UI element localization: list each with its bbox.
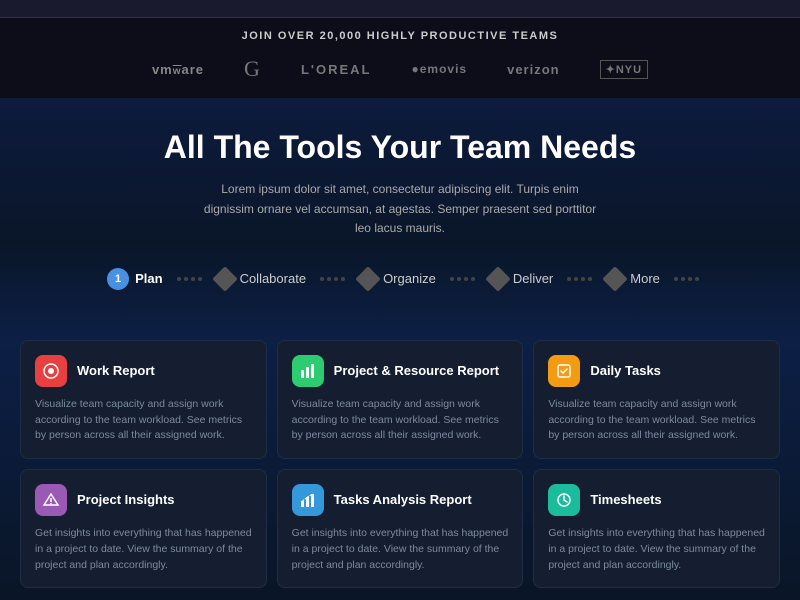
dot [341,277,345,281]
card-project-insights-title: Project Insights [77,492,175,509]
tab-dots-4 [567,277,592,281]
card-daily-tasks-desc: Visualize team capacity and assign work … [548,397,765,444]
tab-plan[interactable]: 1 Plan [97,262,172,296]
dot [681,277,685,281]
dot [327,277,331,281]
logo-emovis: ●emovis [411,62,467,76]
logo-vmware: vmware [152,62,204,77]
dot [334,277,338,281]
project-insights-icon [35,484,67,516]
collaborate-diamond-icon [212,266,237,291]
card-tasks-analysis-desc: Get insights into everything that has ha… [292,526,509,573]
dot [198,277,202,281]
dot [450,277,454,281]
tasks-analysis-icon [292,484,324,516]
card-tasks-analysis-header: Tasks Analysis Report [292,484,509,516]
tab-deliver-label: Deliver [513,271,553,286]
tab-collaborate-label: Collaborate [240,271,307,286]
project-resource-icon [292,355,324,387]
dot [688,277,692,281]
card-daily-tasks: Daily Tasks Visualize team capacity and … [533,340,780,459]
tab-organize[interactable]: Organize [349,264,446,294]
card-project-resource-header: Project & Resource Report [292,355,509,387]
tab-more-label: More [630,271,660,286]
logo-verizon: verizon [507,62,560,77]
work-report-icon [35,355,67,387]
cards-grid: Work Report Visualize team capacity and … [20,340,780,589]
card-work-report-desc: Visualize team capacity and assign work … [35,397,252,444]
logo-nyu: ✦NYU [600,60,648,79]
tab-collaborate[interactable]: Collaborate [206,264,317,294]
logos-row: vmware G L'OREAL ●emovis verizon ✦NYU [20,56,780,82]
tab-organize-label: Organize [383,271,436,286]
dot [695,277,699,281]
logo-google: G [244,56,261,82]
dot [574,277,578,281]
dot [184,277,188,281]
organize-diamond-icon [355,266,380,291]
dot [588,277,592,281]
tab-more[interactable]: More [596,264,670,294]
join-text: JOIN OVER 20,000 HIGHLY PRODUCTIVE TEAMS [20,30,780,42]
card-timesheets-header: Timesheets [548,484,765,516]
card-tasks-analysis: Tasks Analysis Report Get insights into … [277,469,524,588]
card-project-insights: Project Insights Get insights into every… [20,469,267,588]
logos-section: JOIN OVER 20,000 HIGHLY PRODUCTIVE TEAMS… [0,18,800,98]
dot [177,277,181,281]
card-tasks-analysis-title: Tasks Analysis Report [334,492,472,509]
dot [581,277,585,281]
dot [457,277,461,281]
card-project-resource: Project & Resource Report Visualize team… [277,340,524,459]
dot [191,277,195,281]
dot [320,277,324,281]
daily-tasks-icon [548,355,580,387]
timesheets-icon [548,484,580,516]
more-diamond-icon [603,266,628,291]
deliver-diamond-icon [485,266,510,291]
card-work-report: Work Report Visualize team capacity and … [20,340,267,459]
card-timesheets-desc: Get insights into everything that has ha… [548,526,765,573]
tabs-row: 1 Plan Collaborate Organize [20,262,780,296]
card-timesheets-title: Timesheets [590,492,661,509]
hero-title: All The Tools Your Team Needs [20,128,780,166]
tab-deliver[interactable]: Deliver [479,264,563,294]
dot [471,277,475,281]
hero-subtitle: Lorem ipsum dolor sit amet, consectetur … [200,180,600,238]
dot [464,277,468,281]
card-project-resource-title: Project & Resource Report [334,363,499,380]
card-project-insights-header: Project Insights [35,484,252,516]
card-timesheets: Timesheets Get insights into everything … [533,469,780,588]
cards-section: Work Report Visualize team capacity and … [0,340,800,589]
tab-dots-2 [320,277,345,281]
browser-bar [0,0,800,18]
dot [567,277,571,281]
logo-loreal: L'OREAL [301,62,372,77]
card-project-insights-desc: Get insights into everything that has ha… [35,526,252,573]
card-work-report-title: Work Report [77,363,155,380]
plan-icon: 1 [107,268,129,290]
tab-dots-1 [177,277,202,281]
tab-dots-5 [674,277,699,281]
card-project-resource-desc: Visualize team capacity and assign work … [292,397,509,444]
tab-plan-label: Plan [135,271,162,286]
tab-dots-3 [450,277,475,281]
card-daily-tasks-header: Daily Tasks [548,355,765,387]
card-work-report-header: Work Report [35,355,252,387]
card-daily-tasks-title: Daily Tasks [590,363,661,380]
hero-section: All The Tools Your Team Needs Lorem ipsu… [0,98,800,340]
dot [674,277,678,281]
